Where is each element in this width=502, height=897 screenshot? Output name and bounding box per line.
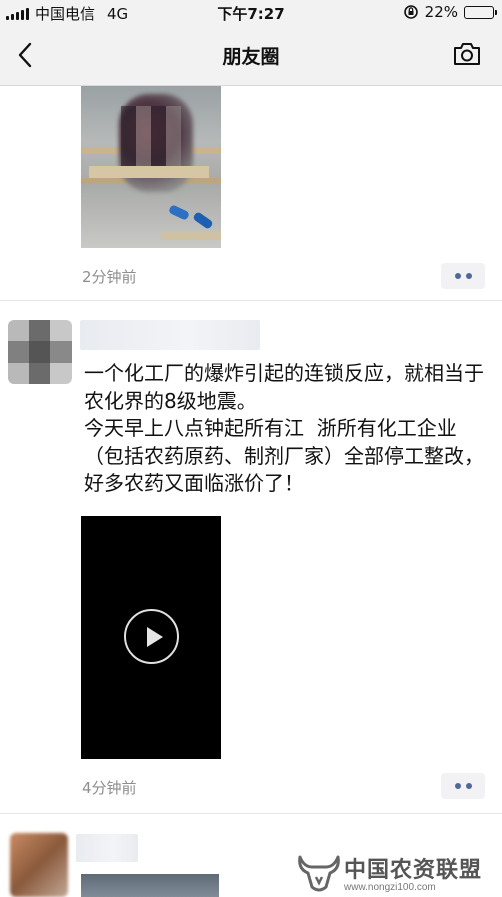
moments-feed[interactable]: 2分钟前 一个化工厂的爆炸引起的连锁反应，就相当于农化界的8级地震。 今天早上八…	[0, 86, 502, 897]
dot-icon	[454, 783, 461, 789]
post-timestamp: 2分钟前	[82, 268, 137, 286]
post-video[interactable]	[81, 516, 221, 759]
rotation-lock-icon	[403, 5, 418, 19]
post-photo[interactable]	[81, 86, 221, 248]
status-bar: 中国电信 4G 下午7:27 22%	[0, 0, 502, 24]
author-name[interactable]	[76, 834, 138, 862]
post-divider	[0, 813, 502, 814]
nav-bar: 朋友圈	[0, 24, 502, 86]
camera-icon[interactable]	[452, 41, 482, 67]
dot-icon	[465, 783, 472, 789]
bull-logo-icon	[298, 855, 340, 891]
status-right: 22%	[403, 3, 497, 21]
comment-button[interactable]	[441, 773, 485, 799]
page-title: 朋友圈	[222, 46, 280, 68]
battery-percent: 22%	[424, 3, 458, 21]
watermark-title: 中国农资联盟	[344, 858, 483, 883]
play-icon[interactable]	[124, 609, 179, 664]
dot-icon	[454, 273, 461, 279]
post-text: 一个化工厂的爆炸引起的连锁反应，就相当于农化界的8级地震。 今天早上八点钟起所有…	[84, 361, 484, 496]
dot-icon	[465, 273, 472, 279]
watermark: 中国农资联盟 www.nongzi100.com	[296, 848, 502, 897]
post-divider	[0, 300, 502, 301]
post-timestamp: 4分钟前	[82, 779, 137, 797]
battery-icon	[464, 5, 497, 19]
avatar[interactable]	[10, 833, 68, 897]
watermark-url: www.nongzi100.com	[344, 882, 436, 893]
post-photo[interactable]	[81, 874, 219, 897]
comment-button[interactable]	[441, 263, 485, 289]
author-name[interactable]	[80, 320, 260, 350]
avatar[interactable]	[8, 320, 72, 384]
